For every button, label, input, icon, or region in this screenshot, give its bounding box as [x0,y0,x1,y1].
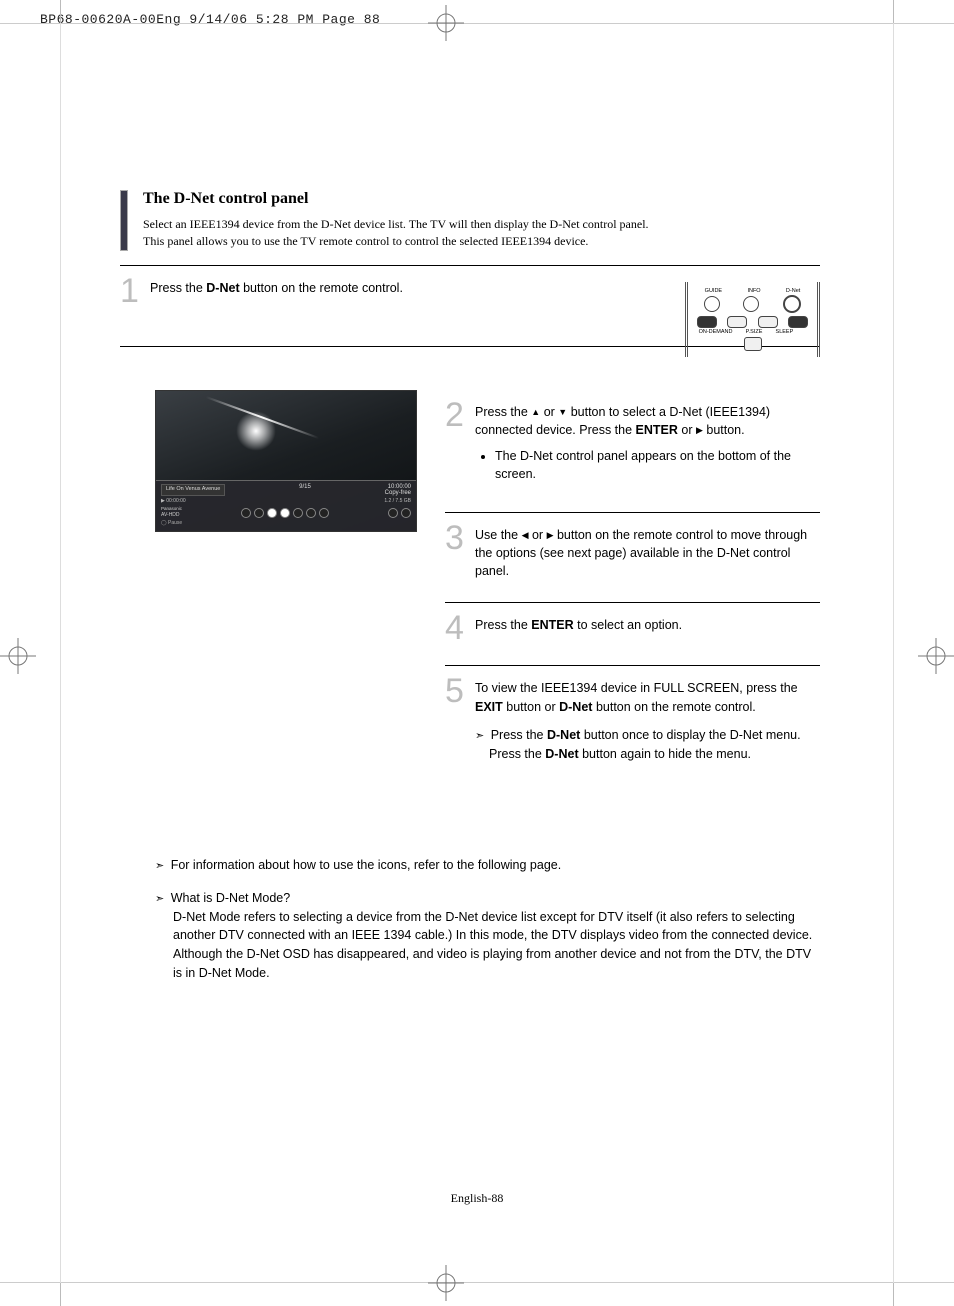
divider [445,602,820,603]
down-arrow-icon: ▼ [558,406,567,419]
panel-device-label: Panasonic [161,506,182,511]
note-arrow-icon: ➣ [475,729,483,745]
crop-line [0,23,954,24]
intro-line: This panel allows you to use the TV remo… [143,234,588,248]
remote-button-icon [758,316,778,328]
control-icon [254,508,264,518]
remote-label: SLEEP [776,329,794,335]
step-number: 5 [445,676,475,707]
intro-text: Select an IEEE1394 device from the D-Net… [143,216,820,251]
panel-aux-controls [388,508,411,518]
registration-mark-icon [918,638,954,674]
page-number: English-88 [0,1191,954,1206]
print-job-header: BP68-00620A-00Eng 9/14/06 5:28 PM Page 8… [40,12,380,27]
remote-label: D-Net [786,288,800,294]
panel-elapsed: 00:00:00 [166,498,185,504]
step-row: 2 Press the ▲ or ▼ button to select a D-… [445,400,820,490]
remote-button-dnet-icon [783,295,801,313]
footer-note: ➣ For information about how to use the i… [155,856,815,875]
panel-copy-flag: Copy-free [385,490,411,496]
divider [120,265,820,266]
dnet-panel: Life On Venus Avenue 9/15 10:00:00 Copy-… [156,480,416,531]
intro-line: Select an IEEE1394 device from the D-Net… [143,217,649,231]
remote-button-icon [704,296,720,312]
step-row: 3 Use the ◀ or ▶ button on the remote co… [445,523,820,580]
crop-side [60,23,61,1283]
remote-label: P.SIZE [746,329,763,335]
title-row: The D-Net control panel Select an IEEE13… [120,190,820,251]
sub-note: ➣ Press the D-Net button once to display… [475,726,820,763]
step-number: 3 [445,523,475,554]
panel-status: Pause [168,520,182,526]
right-arrow-icon: ▶ [696,424,703,437]
panel-date: 9/15 [299,484,311,496]
remote-label: GUIDE [705,288,722,294]
step-text: Use the ◀ or ▶ button on the remote cont… [475,523,820,580]
control-icon [267,508,277,518]
remote-button-icon [697,316,717,328]
crop-line [0,1282,954,1283]
divider [445,512,820,513]
footer-notes: ➣ For information about how to use the i… [155,856,815,997]
step-text: Press the ENTER to select an option. [475,613,682,634]
note-arrow-icon: ➣ [155,891,163,908]
panel-device: AV-HDD [161,512,182,518]
control-icon [401,508,411,518]
remote-button-icon [727,316,747,328]
remote-label: ON-DEMAND [699,329,733,335]
remote-control-diagram: GUIDE INFO D-Net ON-DEMAND P.SIZE SLEEP [685,282,820,357]
control-icon [319,508,329,518]
step-row: 5 To view the IEEE1394 device in FULL SC… [445,676,820,762]
registration-mark-icon [0,638,36,674]
title-block: The D-Net control panel Select an IEEE13… [143,190,820,251]
control-icon [306,508,316,518]
remote-label: INFO [747,288,760,294]
step-number: 2 [445,400,475,431]
note-body: D-Net Mode refers to selecting a device … [173,908,815,983]
remote-button-icon [744,337,762,351]
bullet-list: The D-Net control panel appears on the b… [495,447,820,483]
step-number: 1 [120,276,150,307]
divider [445,665,820,666]
left-arrow-icon: ◀ [522,529,529,542]
registration-mark-icon [428,5,464,41]
page-title: The D-Net control panel [143,190,820,208]
control-icon [293,508,303,518]
crop-side [893,23,894,1283]
title-accent-bar [120,190,128,251]
panel-transport-controls [241,508,329,518]
up-arrow-icon: ▲ [531,406,540,419]
lens-flare-icon [236,411,276,451]
step-row: 1 Press the D-Net button on the remote c… [120,276,660,307]
step-number: 4 [445,613,475,644]
control-icon [280,508,290,518]
footer-note: ➣ What is D-Net Mode? D-Net Mode refers … [155,889,815,983]
panel-size: 1.2 / 7.5 GB [384,498,411,504]
step-text: To view the IEEE1394 device in FULL SCRE… [475,676,820,762]
control-icon [241,508,251,518]
registration-mark-icon [428,1265,464,1301]
page: BP68-00620A-00Eng 9/14/06 5:28 PM Page 8… [0,0,954,1306]
step-text: Press the ▲ or ▼ button to select a D-Ne… [475,400,820,490]
panel-program-title: Life On Venus Avenue [161,484,225,496]
remote-button-icon [788,316,808,328]
step-row: 4 Press the ENTER to select an option. [445,613,820,644]
step-text: Press the D-Net button on the remote con… [150,276,403,297]
note-arrow-icon: ➣ [155,858,163,875]
bullet-item: The D-Net control panel appears on the b… [495,447,820,483]
content-area: The D-Net control panel Select an IEEE13… [120,190,820,347]
steps-column: 2 Press the ▲ or ▼ button to select a D-… [445,390,820,763]
right-arrow-icon: ▶ [547,529,554,542]
control-icon [388,508,398,518]
tv-screenshot: Life On Venus Avenue 9/15 10:00:00 Copy-… [155,390,417,532]
remote-button-icon [743,296,759,312]
